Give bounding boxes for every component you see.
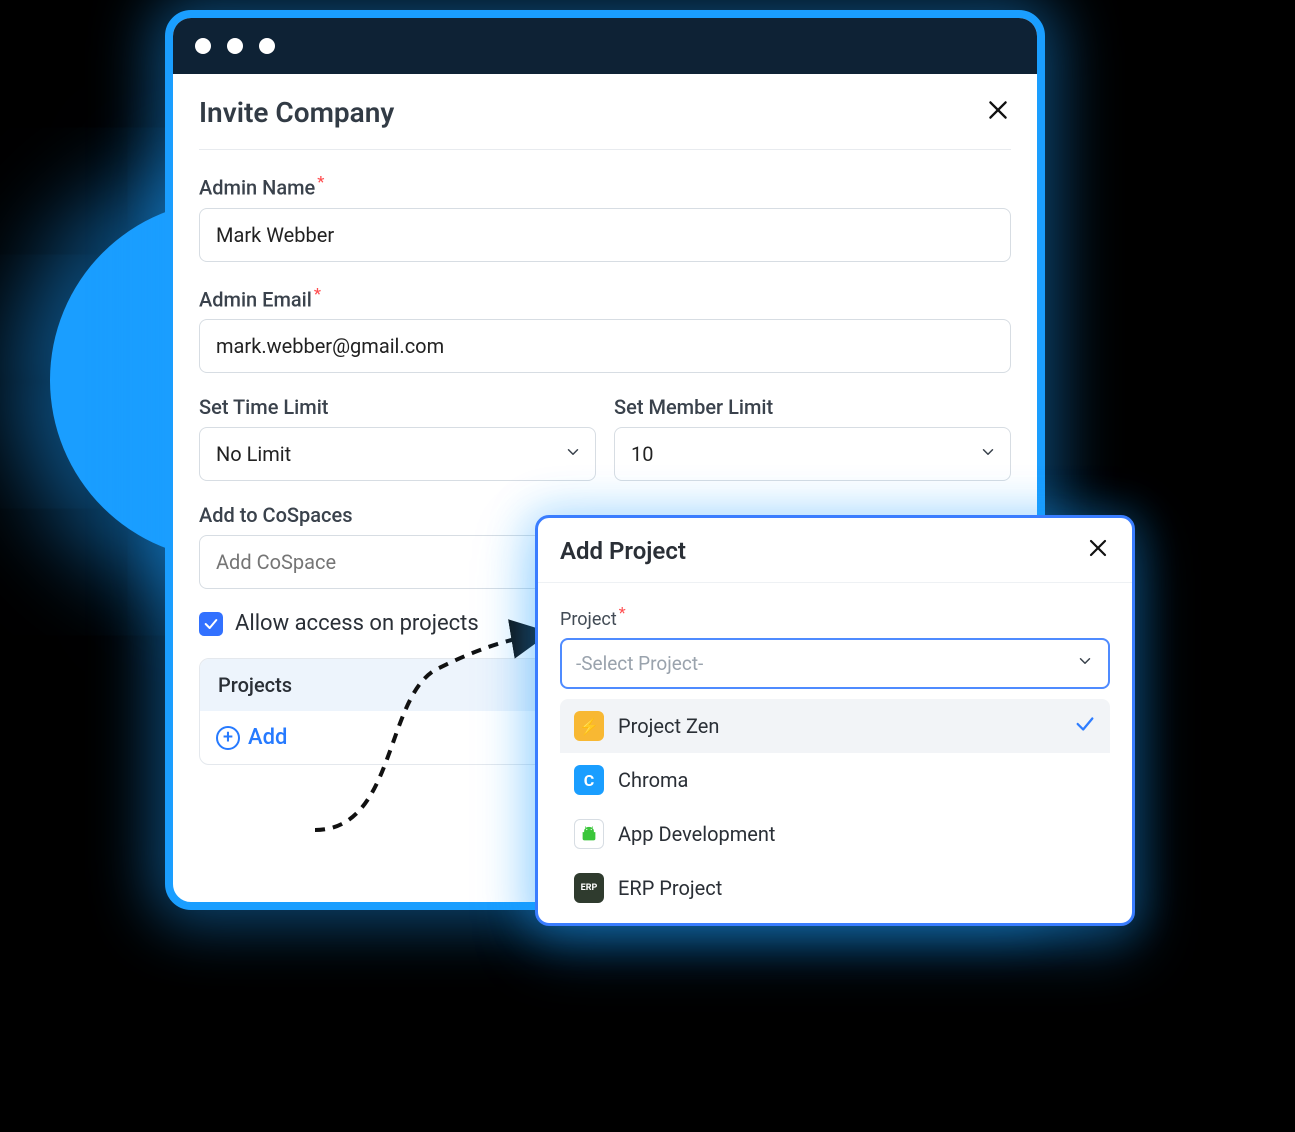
admin-email-input[interactable] (199, 319, 1011, 373)
project-badge-icon (574, 819, 604, 849)
required-mark: * (619, 603, 626, 622)
window-dot (259, 38, 275, 54)
add-label: Add (248, 725, 287, 750)
popover-body: Project* -Select Project- ⚡ Project Zen CC… (538, 583, 1132, 921)
project-badge-icon: C (574, 765, 604, 795)
project-select[interactable]: -Select Project- (560, 638, 1110, 689)
member-limit-label: Set Member Limit (614, 395, 1011, 419)
window-dot (227, 38, 243, 54)
time-limit-select[interactable]: No Limit (199, 427, 596, 481)
allow-access-checkbox[interactable] (199, 612, 223, 636)
project-select-placeholder: -Select Project- (576, 652, 703, 675)
close-icon[interactable] (1086, 536, 1110, 566)
admin-email-label: Admin Email* (199, 284, 1011, 312)
project-label: Project* (560, 603, 1110, 630)
label-text: Admin Email (199, 287, 312, 311)
project-option-label: ERP Project (618, 876, 722, 900)
modal-header: Invite Company (199, 96, 1011, 150)
admin-name-field: Admin Name* (199, 172, 1011, 262)
admin-name-input[interactable] (199, 208, 1011, 262)
project-badge-icon: ⚡ (574, 711, 604, 741)
add-project-popover: Add Project Project* -Select Project- ⚡ P… (535, 515, 1135, 926)
time-limit-select-wrap: No Limit (199, 427, 596, 481)
project-badge-icon: ERP (574, 873, 604, 903)
chevron-down-icon (1076, 652, 1094, 675)
project-option[interactable]: ERP ERP Project (560, 861, 1110, 915)
project-option[interactable]: App Development (560, 807, 1110, 861)
member-limit-field: Set Member Limit 10 (614, 395, 1011, 481)
project-option-label: Project Zen (618, 714, 719, 738)
project-option[interactable]: ⚡ Project Zen (560, 699, 1110, 753)
time-limit-field: Set Time Limit No Limit (199, 395, 596, 481)
window-titlebar (173, 18, 1037, 74)
project-options-list: ⚡Project ZenCChromaApp DevelopmentERPERP… (560, 699, 1110, 915)
label-text: Admin Name (199, 176, 315, 200)
member-limit-select[interactable]: 10 (614, 427, 1011, 481)
popover-title: Add Project (560, 537, 686, 565)
project-option-label: App Development (618, 822, 775, 846)
plus-circle-icon: + (216, 726, 240, 750)
member-limit-select-wrap: 10 (614, 427, 1011, 481)
modal-title: Invite Company (199, 96, 394, 129)
admin-email-field: Admin Email* (199, 284, 1011, 374)
close-icon[interactable] (985, 97, 1011, 129)
admin-name-label: Admin Name* (199, 172, 1011, 200)
label-text: Project (560, 609, 617, 630)
project-option[interactable]: C Chroma (560, 753, 1110, 807)
required-mark: * (314, 284, 321, 303)
popover-header: Add Project (538, 518, 1132, 583)
window-dot (195, 38, 211, 54)
check-icon (1074, 713, 1096, 740)
required-mark: * (317, 172, 324, 191)
allow-access-label: Allow access on projects (235, 611, 479, 636)
project-option-label: Chroma (618, 768, 688, 792)
time-limit-label: Set Time Limit (199, 395, 596, 419)
limits-row: Set Time Limit No Limit Set Member Limit… (199, 395, 1011, 481)
